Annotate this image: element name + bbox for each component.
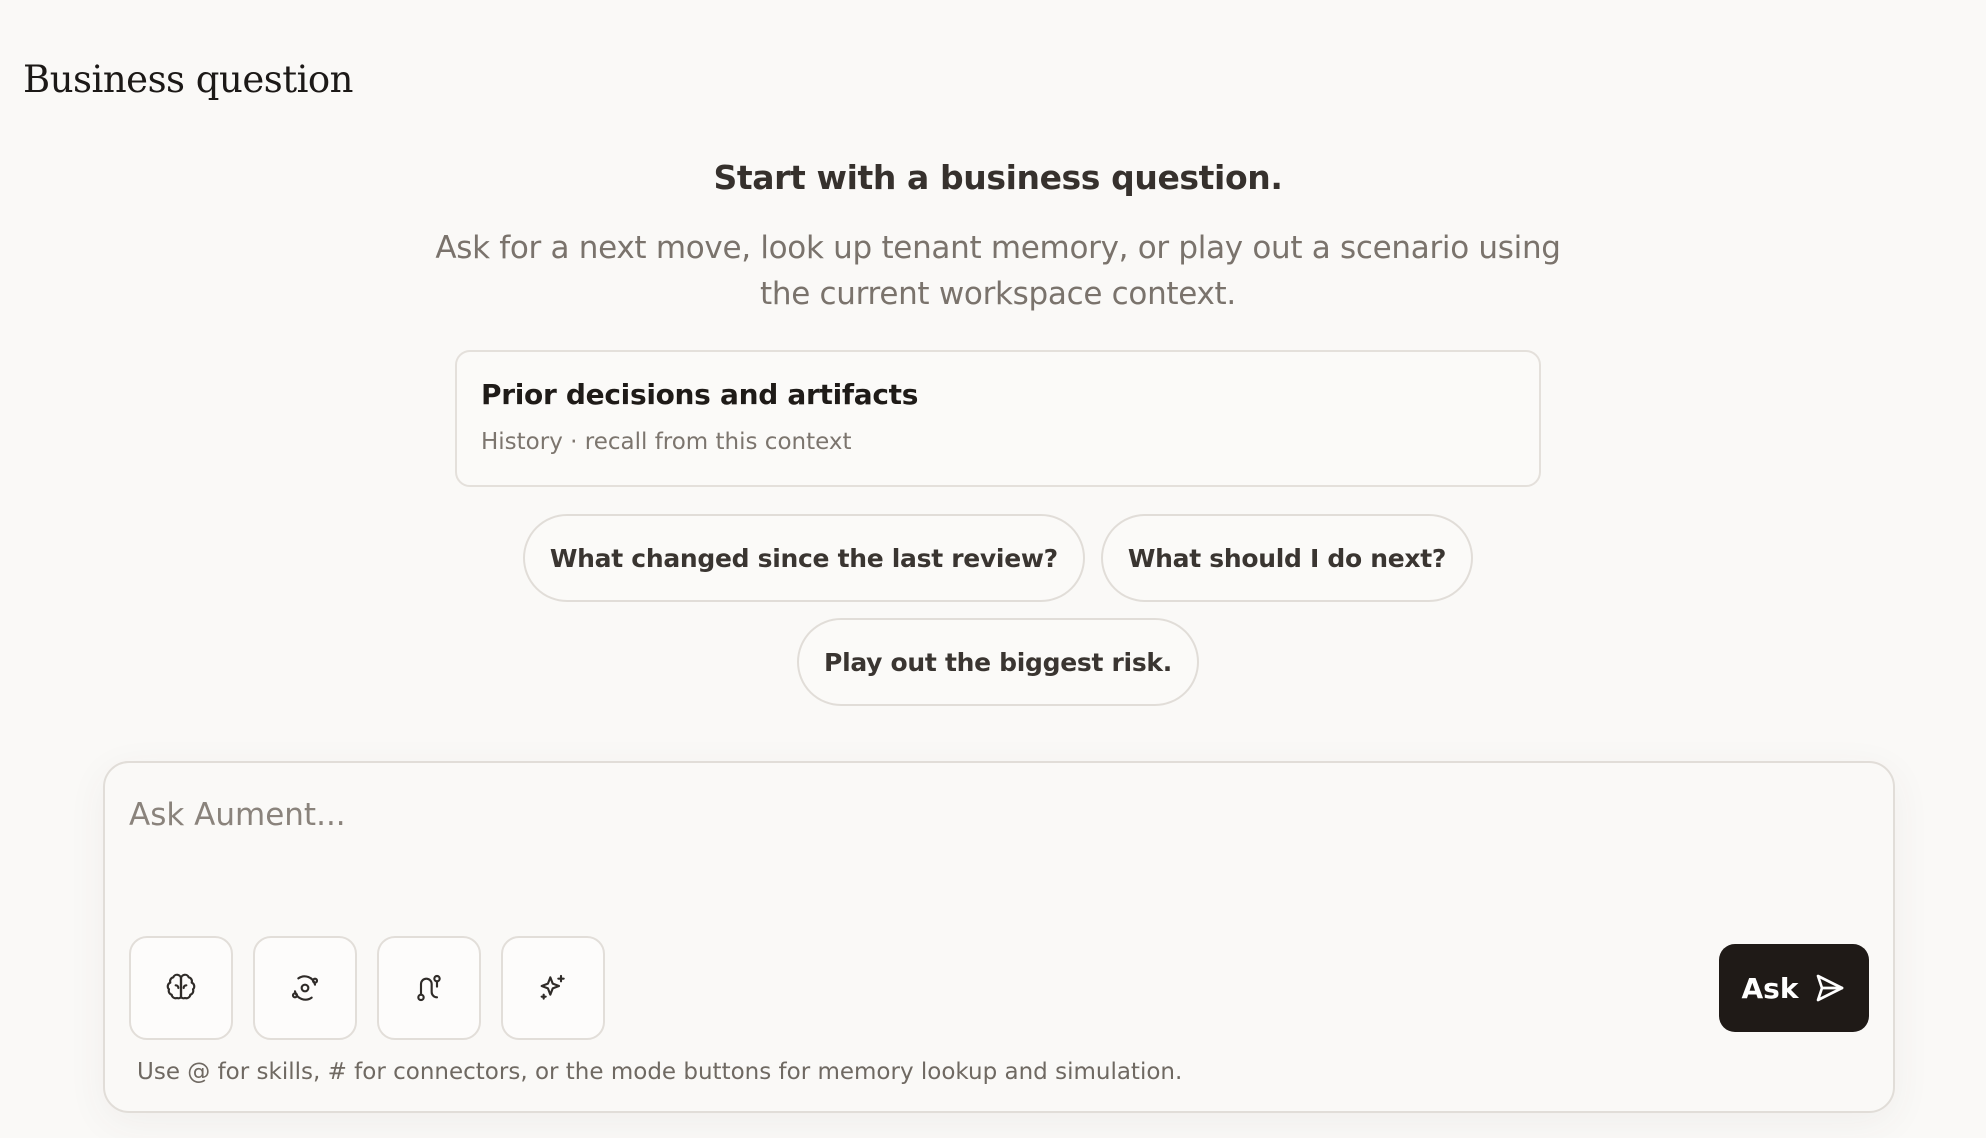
hero-subtitle: Ask for a next move, look up tenant memo… bbox=[435, 230, 1561, 312]
recall-card-subtitle: History · recall from this context bbox=[481, 429, 852, 455]
ask-button-label: Ask bbox=[1741, 971, 1799, 1005]
orbit-icon bbox=[291, 975, 319, 1001]
composer: Ask Use @ for skills, # for connectors, … bbox=[103, 761, 1895, 1113]
recall-card-title: Prior decisions and artifacts bbox=[481, 378, 919, 411]
route-icon bbox=[417, 974, 441, 1002]
scenario-mode-button[interactable] bbox=[377, 936, 481, 1040]
hero: Start with a business question. Ask for … bbox=[0, 158, 1986, 317]
brain-icon bbox=[166, 973, 196, 1000]
page-title: Business question bbox=[23, 58, 354, 101]
simulate-mode-button[interactable] bbox=[501, 936, 605, 1040]
lookup-mode-button[interactable] bbox=[253, 936, 357, 1040]
composer-hint: Use @ for skills, # for connectors, or t… bbox=[137, 1059, 1183, 1085]
suggestion-chip-biggest-risk[interactable]: Play out the biggest risk. bbox=[797, 618, 1199, 706]
ask-input[interactable] bbox=[129, 797, 1829, 833]
recall-card[interactable]: Prior decisions and artifacts History · … bbox=[455, 350, 1541, 487]
send-icon bbox=[1817, 974, 1844, 1002]
suggestion-row: What changed since the last review? What… bbox=[0, 514, 1986, 602]
memory-mode-button[interactable] bbox=[129, 936, 233, 1040]
suggestion-chip-what-changed[interactable]: What changed since the last review? bbox=[522, 514, 1085, 602]
hero-heading: Start with a business question. bbox=[713, 158, 1283, 197]
suggestion-chip-what-next[interactable]: What should I do next? bbox=[1100, 514, 1474, 602]
sparkles-icon bbox=[540, 974, 565, 1000]
suggestion-row: Play out the biggest risk. bbox=[0, 618, 1986, 706]
ask-button[interactable]: Ask bbox=[1719, 944, 1869, 1032]
